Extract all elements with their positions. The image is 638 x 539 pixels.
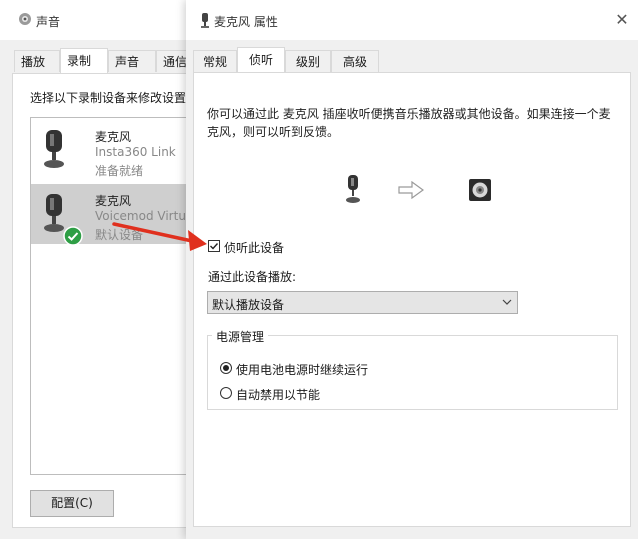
tab-recording[interactable]: 录制 [60,48,108,74]
microphone-icon [201,13,209,28]
listen-description: 你可以通过此 麦克风 插座收听便携音乐播放器或其他设备。如果连接一个麦克风，则可… [207,107,611,139]
tab-advanced[interactable]: 高级 [331,50,379,72]
device-name: 麦克风 [95,130,132,144]
tab-levels[interactable]: 级别 [285,50,331,72]
speaker-icon [19,13,31,25]
microphone-icon [346,175,360,203]
device-status: 准备就绪 [95,164,144,178]
sound-window-title: 声音 [36,15,61,29]
radio-auto-disable[interactable] [220,387,232,399]
listen-checkbox-label[interactable]: 侦听此设备 [224,239,284,256]
device-model: Insta360 Link [95,145,176,159]
tab-listen[interactable]: 侦听 [237,47,285,73]
speaker-output-icon [469,179,491,201]
radio-label-auto-disable[interactable]: 自动禁用以节能 [236,386,320,403]
tab-sounds[interactable]: 声音 [108,50,156,72]
close-icon[interactable]: ✕ [612,10,632,30]
device-name: 麦克风 [95,194,132,208]
playback-device-label: 通过此设备播放: [208,270,297,284]
tab-playback[interactable]: 播放 [14,50,60,72]
radio-selected-dot [223,365,229,371]
configure-button[interactable]: 配置(C) [30,490,114,517]
microphone-icon [44,130,64,168]
power-management-legend: 电源管理 [212,328,269,345]
playback-device-value: 默认播放设备 [212,298,285,312]
properties-window-title: 麦克风 属性 [214,15,278,29]
annotation-arrow [112,222,207,251]
checkmark-icon [210,243,219,250]
recording-instruction: 选择以下录制设备来修改设置: [30,91,191,105]
tab-general[interactable]: 常规 [193,50,237,72]
arrow-right-icon [398,181,424,199]
chevron-down-icon [502,299,512,305]
radio-label-continue-on-battery[interactable]: 使用电池电源时继续运行 [236,361,368,378]
checkmark-badge-icon [63,226,83,246]
